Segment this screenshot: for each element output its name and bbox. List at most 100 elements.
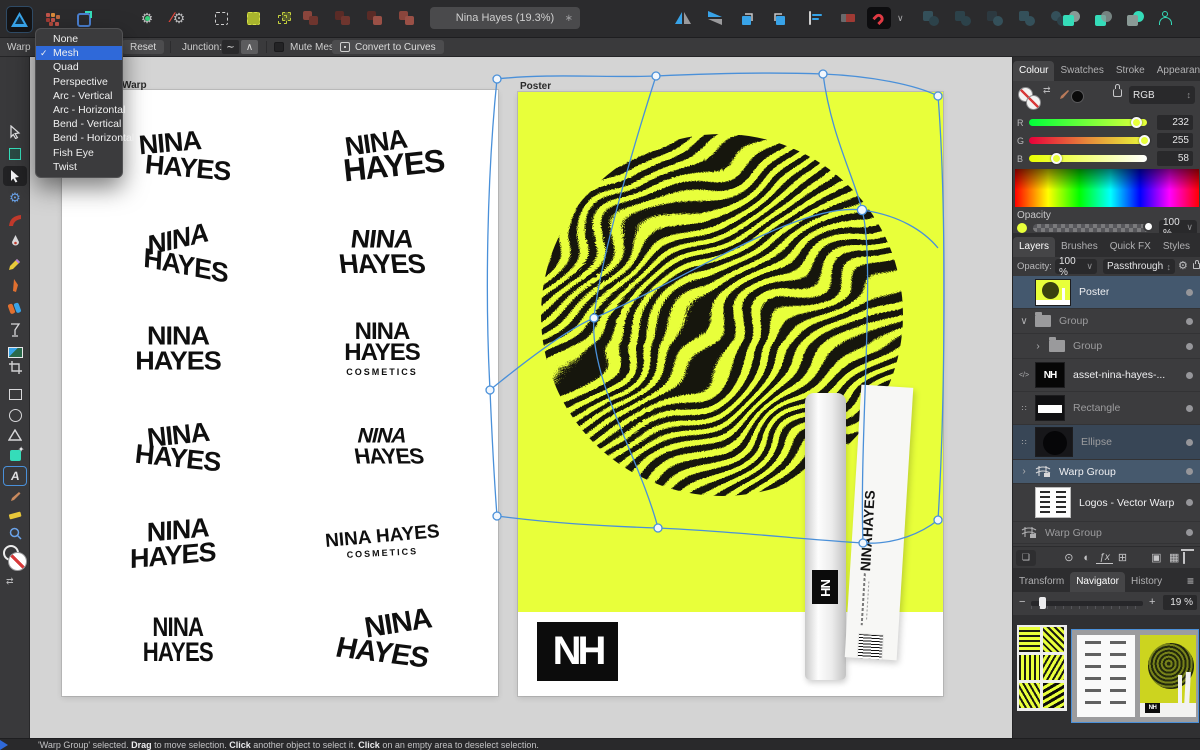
tab-colour[interactable]: Colour bbox=[1013, 61, 1055, 81]
layer-row-poster[interactable]: Poster bbox=[1013, 276, 1200, 309]
geometry-add-icon[interactable] bbox=[918, 6, 944, 30]
expand-chevron-icon[interactable]: ∨ bbox=[1013, 316, 1035, 327]
layer-row-warp-group-1[interactable]: › Warp Group bbox=[1013, 460, 1200, 484]
junction-sharp-button[interactable]: ∧ bbox=[241, 40, 258, 54]
fill-colour-swatch[interactable] bbox=[1026, 95, 1041, 110]
lock-icon[interactable] bbox=[1113, 89, 1122, 97]
logo-variant-9[interactable]: NINA HAYES bbox=[130, 512, 221, 573]
boolean-divide-icon[interactable] bbox=[394, 6, 420, 30]
logo-variant-10[interactable]: NINA HAYES COSMETICS bbox=[324, 521, 440, 560]
channel-g-knob[interactable] bbox=[1139, 135, 1150, 146]
duplicate-selection-icon[interactable] bbox=[272, 6, 298, 30]
boolean-subtract-icon[interactable] bbox=[330, 6, 356, 30]
channel-r-slider[interactable] bbox=[1029, 119, 1147, 126]
layers-opacity-select[interactable]: 100 % ∨ bbox=[1055, 256, 1097, 278]
fx-icon[interactable]: ƒx bbox=[1095, 552, 1114, 564]
logo-variant-11[interactable]: NINA HAYES bbox=[135, 614, 221, 666]
layer-lock-icon[interactable] bbox=[1193, 263, 1200, 269]
vector-brush-tool[interactable] bbox=[3, 298, 27, 318]
opacity-slider[interactable] bbox=[1033, 224, 1151, 232]
layer-visibility-dot[interactable] bbox=[1186, 438, 1193, 446]
layer-visibility-dot[interactable] bbox=[1186, 317, 1193, 325]
move-tool[interactable] bbox=[3, 122, 27, 142]
menu-item-mesh[interactable]: ✓ Mesh bbox=[36, 46, 122, 61]
menu-item-quad[interactable]: Quad bbox=[36, 60, 122, 74]
shape-builder-tool[interactable]: ✦ bbox=[3, 445, 27, 465]
layer-settings-gear-icon[interactable]: ⚙ bbox=[1178, 259, 1188, 272]
layer-row-warp-group-2[interactable]: Warp Group bbox=[1013, 522, 1200, 544]
account-person-icon[interactable] bbox=[1152, 6, 1178, 30]
layer-visibility-dot[interactable] bbox=[1186, 342, 1193, 350]
picked-colour-well[interactable] bbox=[1071, 90, 1084, 103]
tab-layers[interactable]: Layers bbox=[1013, 237, 1056, 257]
nh-monogram-logo[interactable]: NH bbox=[537, 622, 618, 681]
marquee-fill-select-icon[interactable] bbox=[240, 6, 266, 30]
layer-visibility-dot[interactable] bbox=[1186, 499, 1193, 506]
tab-brushes[interactable]: Brushes bbox=[1055, 237, 1104, 257]
transform-origin-icon[interactable] bbox=[803, 6, 829, 30]
style-clear-settings-icon[interactable]: ⚙ ∕ bbox=[166, 6, 192, 30]
logo-variant-3[interactable]: NINA HAYES bbox=[135, 217, 229, 288]
geometry-intersect-icon[interactable] bbox=[982, 6, 1008, 30]
order-front-icon[interactable] bbox=[1122, 6, 1148, 30]
poster-artboard[interactable]: NH NINAHAYES NH bbox=[518, 92, 943, 696]
warp-tool[interactable]: A bbox=[3, 466, 27, 486]
menu-item-fish-eye[interactable]: Fish Eye bbox=[36, 146, 122, 160]
node-tool[interactable] bbox=[3, 166, 27, 186]
logo-variant-5[interactable]: NINA HAYES bbox=[135, 323, 222, 374]
rotate-ccw-icon[interactable] bbox=[734, 6, 760, 30]
swap-colours-icon[interactable]: ⇄ bbox=[1043, 85, 1051, 96]
colour-mode-select[interactable]: RGB ↕ bbox=[1129, 86, 1195, 104]
channel-r-knob[interactable] bbox=[1131, 117, 1142, 128]
add-layer-icon[interactable]: ▣ bbox=[1147, 551, 1165, 564]
blend-mode-select[interactable]: Passthrough ↕ bbox=[1103, 259, 1175, 274]
fill-stroke-swatches[interactable] bbox=[3, 545, 27, 575]
collapse-chevron-icon[interactable]: › bbox=[1027, 341, 1049, 352]
delete-layer-icon[interactable] bbox=[1183, 552, 1200, 564]
collapse-chevron-icon[interactable]: › bbox=[1013, 466, 1035, 477]
rotate-cw-icon[interactable] bbox=[766, 6, 792, 30]
tab-history[interactable]: History bbox=[1125, 572, 1168, 592]
logo-variant-4[interactable]: NINA HAYES bbox=[337, 225, 426, 278]
affinity-designer-app-icon[interactable] bbox=[6, 6, 33, 33]
menu-item-bend-vertical[interactable]: Bend - Vertical bbox=[36, 117, 122, 131]
flip-horizontal-icon[interactable] bbox=[670, 6, 696, 30]
document-tab[interactable]: Nina Hayes (19.3%) ∗ bbox=[430, 7, 580, 29]
layer-row-group-2[interactable]: › Group bbox=[1013, 334, 1200, 359]
menu-item-arc-vertical[interactable]: Arc - Vertical bbox=[36, 89, 122, 103]
order-middle-icon[interactable] bbox=[1090, 6, 1116, 30]
pen-tool[interactable] bbox=[3, 232, 27, 252]
tab-stroke[interactable]: Stroke bbox=[1110, 61, 1151, 81]
zoom-value-box[interactable]: 19 % bbox=[1163, 595, 1197, 610]
brush-tool[interactable] bbox=[3, 276, 27, 296]
tab-appearance[interactable]: Appearance bbox=[1151, 61, 1200, 81]
channel-r-value[interactable]: 232 bbox=[1157, 115, 1193, 130]
logo-variant-7[interactable]: NINA HAYES bbox=[134, 417, 222, 477]
tab-styles[interactable]: Styles bbox=[1157, 237, 1196, 257]
boolean-add-icon[interactable] bbox=[298, 6, 324, 30]
edit-all-layers-icon[interactable]: ❏ bbox=[1016, 549, 1036, 566]
mask-layer-icon[interactable]: ⊙ bbox=[1060, 551, 1078, 564]
tab-transform[interactable]: Transform bbox=[1013, 572, 1070, 592]
layer-row-logos-vector-warp[interactable]: Logos - Vector Warp bbox=[1013, 484, 1200, 522]
rectangle-tool[interactable] bbox=[3, 384, 27, 404]
point-transform-tool[interactable]: ⚙ bbox=[3, 188, 27, 208]
menu-item-twist[interactable]: Twist bbox=[36, 160, 122, 174]
reset-button[interactable]: Reset bbox=[122, 40, 165, 54]
tab-quick-fx[interactable]: Quick FX bbox=[1104, 237, 1157, 257]
geometry-divide-icon[interactable] bbox=[1014, 6, 1040, 30]
colour-picker-tool[interactable] bbox=[3, 487, 27, 507]
geometry-subtract-icon[interactable] bbox=[950, 6, 976, 30]
navigator-panel-menu-icon[interactable]: ≡ bbox=[1180, 574, 1200, 592]
snapping-magnet-icon[interactable] bbox=[867, 7, 891, 29]
junction-smooth-button[interactable]: ∼ bbox=[222, 40, 239, 54]
live-mesh-warp-icon[interactable]: ⊞ bbox=[1113, 551, 1131, 564]
boolean-intersect-icon[interactable] bbox=[362, 6, 388, 30]
navigator-viewport[interactable]: NH bbox=[1071, 629, 1199, 723]
colour-spectrum[interactable] bbox=[1015, 169, 1199, 207]
layers-panel-menu-icon[interactable]: ≡ bbox=[1196, 239, 1200, 257]
opacity-knob[interactable] bbox=[1143, 221, 1154, 232]
cosmetic-tube[interactable]: NH bbox=[805, 393, 846, 680]
flip-vertical-icon[interactable] bbox=[702, 6, 728, 30]
layer-row-asset[interactable]: </> NH asset-nina-hayes-... bbox=[1013, 359, 1200, 392]
